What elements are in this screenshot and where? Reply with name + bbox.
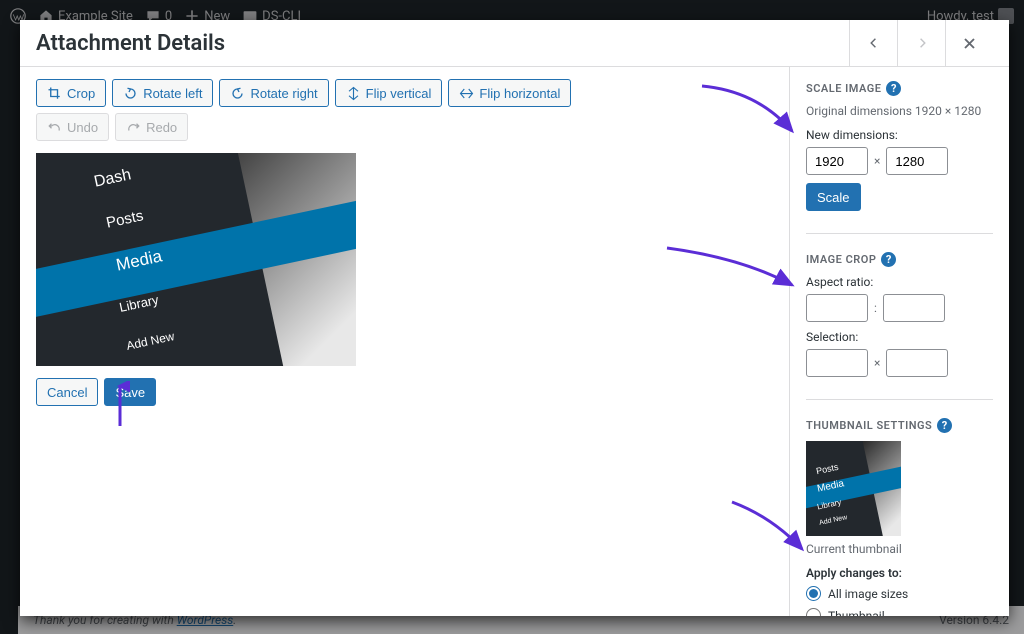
aspect-ratio-label: Aspect ratio: xyxy=(806,275,993,289)
arrow-to-new-dimensions xyxy=(697,81,797,141)
attachment-details-modal: Attachment Details Crop Rotate le xyxy=(20,20,1009,616)
thumbnail-preview: Posts Media Library Add New xyxy=(806,441,901,536)
thumb-heading: THUMBNAIL SETTINGS xyxy=(806,419,932,432)
image-preview[interactable]: Dash Posts Media Library Add New xyxy=(36,153,356,366)
rotate-right-icon xyxy=(230,86,245,101)
rotate-left-button[interactable]: Rotate left xyxy=(112,79,213,107)
flip-vertical-label: Flip vertical xyxy=(366,86,432,101)
aspect-height-input[interactable] xyxy=(883,294,945,322)
close-modal-button[interactable] xyxy=(945,20,993,67)
apply-all-option[interactable]: All image sizes xyxy=(806,586,993,601)
redo-icon xyxy=(126,120,141,135)
flip-vertical-icon xyxy=(346,86,361,101)
scale-help-icon[interactable]: ? xyxy=(886,81,901,96)
aspect-width-input[interactable] xyxy=(806,294,868,322)
rotate-left-label: Rotate left xyxy=(143,86,202,101)
rotate-left-icon xyxy=(123,86,138,101)
crop-help-icon[interactable]: ? xyxy=(881,252,896,267)
thumb-help-icon[interactable]: ? xyxy=(937,418,952,433)
current-thumb-text: Current thumbnail xyxy=(806,542,993,556)
selection-width-input[interactable] xyxy=(806,349,868,377)
redo-label: Redo xyxy=(146,120,177,135)
undo-button[interactable]: Undo xyxy=(36,113,109,141)
arrow-to-aspect-ratio xyxy=(662,243,797,293)
scale-width-input[interactable] xyxy=(806,147,868,175)
apply-changes-label: Apply changes to: xyxy=(806,566,993,580)
close-icon xyxy=(962,36,977,51)
scale-label: Scale xyxy=(817,190,850,205)
crop-label: Crop xyxy=(67,86,95,101)
undo-label: Undo xyxy=(67,120,98,135)
flip-horizontal-button[interactable]: Flip horizontal xyxy=(448,79,571,107)
arrow-to-save xyxy=(110,381,130,431)
apply-thumbnail-radio[interactable] xyxy=(806,608,821,616)
cancel-button[interactable]: Cancel xyxy=(36,378,98,406)
crop-heading: IMAGE CROP xyxy=(806,253,876,266)
selection-sep: × xyxy=(874,356,880,370)
next-attachment-button[interactable] xyxy=(897,20,945,67)
scale-height-input[interactable] xyxy=(886,147,948,175)
apply-thumbnail-option[interactable]: Thumbnail xyxy=(806,608,993,616)
original-dimensions-text: Original dimensions 1920 × 1280 xyxy=(806,104,993,118)
modal-header: Attachment Details xyxy=(20,20,1009,67)
crop-icon xyxy=(47,86,62,101)
prev-attachment-button[interactable] xyxy=(849,20,897,67)
selection-label: Selection: xyxy=(806,330,993,344)
redo-button[interactable]: Redo xyxy=(115,113,188,141)
scale-heading: SCALE IMAGE xyxy=(806,82,881,95)
flip-horizontal-label: Flip horizontal xyxy=(479,86,560,101)
aspect-sep: : xyxy=(874,301,877,315)
arrow-to-apply-all xyxy=(727,497,807,557)
flip-vertical-button[interactable]: Flip vertical xyxy=(335,79,443,107)
scale-button[interactable]: Scale xyxy=(806,183,861,211)
apply-all-radio[interactable] xyxy=(806,586,821,601)
crop-button[interactable]: Crop xyxy=(36,79,106,107)
rotate-right-label: Rotate right xyxy=(250,86,317,101)
selection-height-input[interactable] xyxy=(886,349,948,377)
new-dimensions-label: New dimensions: xyxy=(806,128,993,142)
modal-sidebar: SCALE IMAGE ? Original dimensions 1920 ×… xyxy=(789,67,1009,616)
modal-main: Crop Rotate left Rotate right Flip verti… xyxy=(20,67,789,616)
dim-sep-x: × xyxy=(874,154,880,168)
flip-horizontal-icon xyxy=(459,86,474,101)
modal-title: Attachment Details xyxy=(36,31,225,56)
rotate-right-button[interactable]: Rotate right xyxy=(219,79,328,107)
undo-icon xyxy=(47,120,62,135)
cancel-label: Cancel xyxy=(47,385,87,400)
